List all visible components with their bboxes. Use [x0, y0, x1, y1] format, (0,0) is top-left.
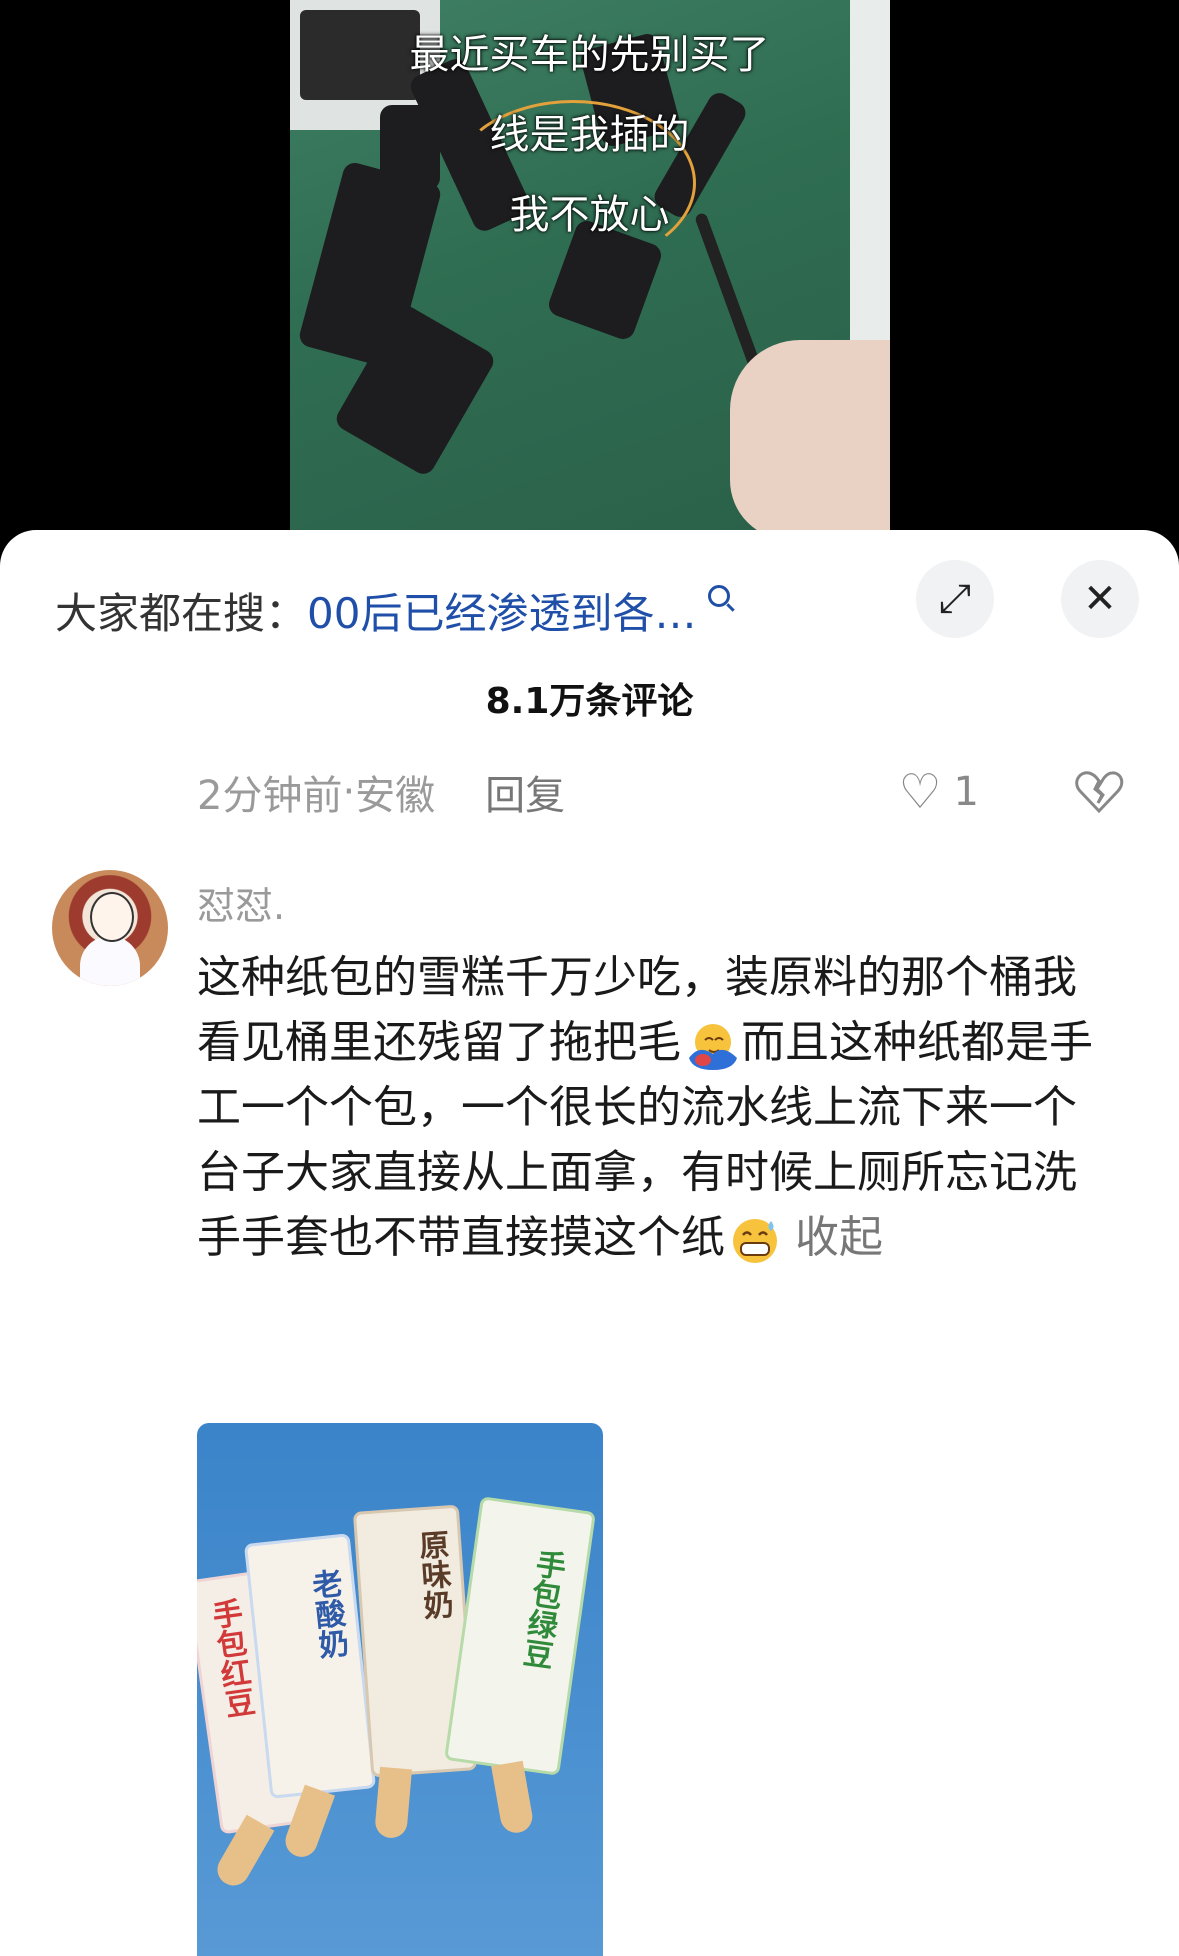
comment-sheet: 大家都在搜： 00后已经渗透到各… ⤢ ✕ 8.1万条评论 2分钟前 · 安徽 …	[0, 530, 1179, 1956]
comment-count: 8.1万条评论	[485, 681, 694, 722]
prev-comment-meta: 2分钟前 · 安徽 回复 ♡ 1	[197, 762, 1179, 822]
broken-heart-icon[interactable]	[1074, 762, 1124, 822]
popsicle-label-green: 手包绿豆	[515, 1546, 568, 1671]
expand-icon: ⤢	[939, 576, 971, 622]
search-prefix: 大家都在搜：	[55, 588, 308, 638]
video-area[interactable]: 最近买车的先别买了 线是我插的 我不放心	[0, 0, 1179, 540]
username[interactable]: 怼怼.	[197, 875, 285, 930]
user-avatar[interactable]	[52, 870, 168, 986]
search-icon	[708, 585, 731, 607]
video-caption-3: 我不放心	[509, 192, 670, 238]
grinning-sweat-emoji	[733, 1219, 777, 1263]
comment-time: 2分钟前	[197, 773, 343, 819]
popsicle-label-blue: 老酸奶	[305, 1567, 350, 1661]
popsicle-stick	[374, 1766, 412, 1840]
popsicle-green: 手包绿豆	[444, 1496, 596, 1776]
meta-separator: ·	[342, 769, 356, 815]
search-query-link[interactable]: 00后已经渗透到各…	[307, 580, 696, 641]
close-button[interactable]: ✕	[1061, 560, 1139, 638]
hugging-face-emoji	[689, 1024, 737, 1070]
popsicle-label-brown: 原味奶	[412, 1528, 454, 1621]
comment-location: 安徽	[355, 773, 436, 819]
collapse-button[interactable]: 收起	[795, 1212, 883, 1263]
like-button[interactable]: ♡ 1	[899, 762, 979, 822]
trending-search[interactable]: 大家都在搜： 00后已经渗透到各…	[55, 570, 731, 650]
heart-icon: ♡	[898, 764, 942, 820]
video-caption-1: 最近买车的先别买了	[409, 32, 770, 78]
video-frame	[290, 0, 890, 540]
reply-button[interactable]: 回复	[485, 763, 565, 821]
comment-image[interactable]: 手包红豆 老酸奶 原味奶 手包绿豆	[197, 1423, 603, 1956]
comment-text: 这种纸包的雪糕千万少吃，装原料的那个桶我看见桶里还残留了拖把毛 而且这种纸都是手工…	[197, 945, 1117, 1270]
close-icon: ✕	[1083, 576, 1117, 622]
expand-button[interactable]: ⤢	[916, 560, 994, 638]
hand	[730, 340, 890, 540]
video-caption-2: 线是我插的	[489, 112, 690, 158]
like-count: 1	[953, 769, 979, 815]
popsicle-stick	[491, 1760, 535, 1836]
